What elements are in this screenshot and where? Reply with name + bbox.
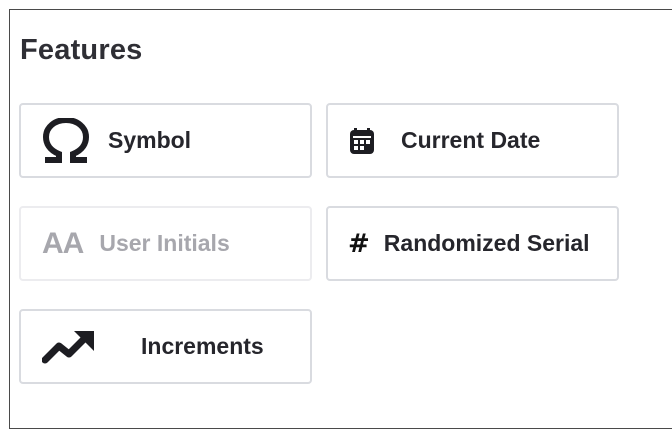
randomized-serial-button[interactable]: # Randomized Serial [326, 206, 619, 281]
current-date-label: Current Date [401, 127, 541, 153]
symbol-button[interactable]: Symbol [19, 103, 312, 178]
trending-up-icon [41, 329, 97, 365]
increments-label: Increments [141, 333, 264, 359]
user-initials-label: User Initials [99, 230, 230, 256]
symbol-label: Symbol [108, 127, 192, 153]
initials-icon: AA [42, 226, 84, 260]
omega-icon [40, 117, 92, 164]
current-date-button[interactable]: Current Date [326, 103, 619, 178]
calendar-icon [347, 127, 377, 155]
user-initials-button[interactable]: AA User Initials [19, 206, 312, 281]
hash-icon: # [348, 228, 370, 259]
randomized-serial-label: Randomized Serial [383, 230, 590, 256]
increments-button[interactable]: Increments [19, 309, 312, 384]
section-title: Features [20, 34, 143, 66]
